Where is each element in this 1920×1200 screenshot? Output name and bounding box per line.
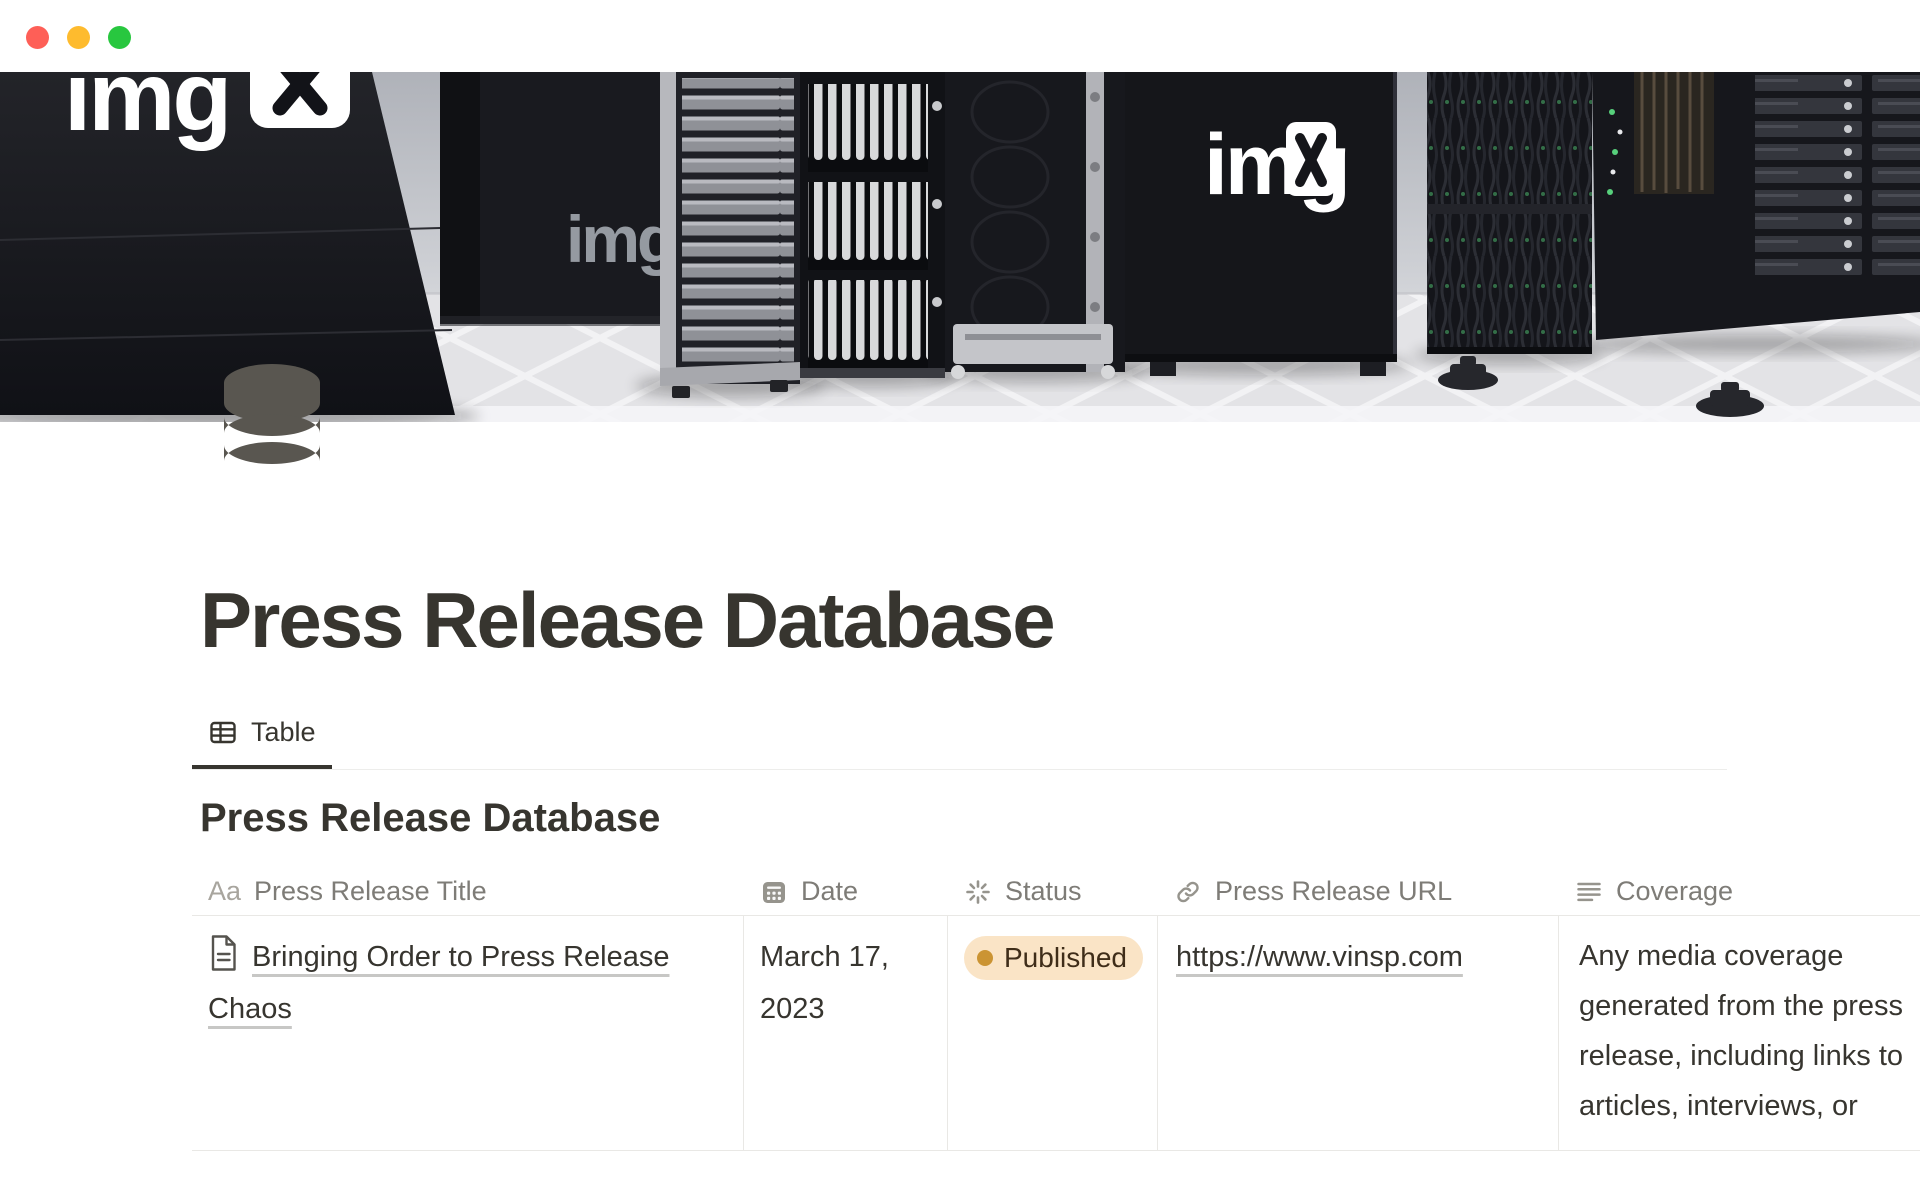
rack-disk-shelves xyxy=(800,72,945,378)
status-icon xyxy=(964,878,992,906)
view-tabs-bar: Table xyxy=(192,707,1727,770)
status-badge[interactable]: Published xyxy=(964,936,1143,980)
date-value: March 17, 2023 xyxy=(760,941,889,1025)
cell-url[interactable]: https://www.vinsp.com xyxy=(1158,916,1559,1150)
close-window-button[interactable] xyxy=(26,26,49,49)
column-header-status[interactable]: Status xyxy=(948,876,1158,907)
notion-window: { "window": { "controls": ["close", "min… xyxy=(0,0,1920,1200)
imgix-logo-partial: img xyxy=(64,72,229,151)
document-icon xyxy=(208,934,239,972)
column-label: Press Release Title xyxy=(254,876,487,907)
column-label: Coverage xyxy=(1616,876,1733,907)
rack-drive-tower xyxy=(660,72,800,398)
cell-title[interactable]: Bringing Order to Press Release Chaos xyxy=(192,916,744,1150)
tab-table-view[interactable]: Table xyxy=(192,707,332,769)
rack-right xyxy=(1592,72,1920,340)
column-header-url[interactable]: Press Release URL xyxy=(1158,876,1559,907)
column-header-title[interactable]: Aa Press Release Title xyxy=(192,876,744,907)
coverage-text: Any media coverage generated from the pr… xyxy=(1579,931,1920,1131)
database-table: Aa Press Release Title Date Status xyxy=(192,868,1920,1151)
database-icon xyxy=(218,357,326,479)
column-label: Press Release URL xyxy=(1215,876,1452,907)
cell-date[interactable]: March 17, 2023 xyxy=(744,916,948,1150)
link-icon xyxy=(1174,878,1202,906)
imgix-logo-ghost: img xyxy=(566,202,674,276)
rack-cables xyxy=(1427,72,1592,354)
row-title-link[interactable]: Bringing Order to Press Release Chaos xyxy=(208,941,669,1025)
status-dot-icon xyxy=(977,950,993,966)
page-icon-database[interactable] xyxy=(218,357,326,479)
page-title[interactable]: Press Release Database xyxy=(200,578,1054,662)
window-titlebar xyxy=(0,0,1920,72)
zoom-window-button[interactable] xyxy=(108,26,131,49)
rack-opening: img xyxy=(440,72,674,326)
database-heading[interactable]: Press Release Database xyxy=(200,795,660,841)
minimize-window-button[interactable] xyxy=(67,26,90,49)
column-label: Date xyxy=(801,876,858,907)
column-label: Status xyxy=(1005,876,1082,907)
traffic-lights xyxy=(26,26,131,49)
cell-status[interactable]: Published xyxy=(948,916,1158,1150)
rack-imgix-logo: img xyxy=(1125,72,1397,376)
url-link[interactable]: https://www.vinsp.com xyxy=(1176,941,1463,973)
column-header-date[interactable]: Date xyxy=(744,876,948,907)
table-header-row: Aa Press Release Title Date Status xyxy=(192,868,1920,916)
status-label: Published xyxy=(1004,936,1127,980)
rack-mid xyxy=(945,72,1125,379)
table-row: Bringing Order to Press Release Chaos Ma… xyxy=(192,916,1920,1151)
cell-coverage[interactable]: Any media coverage generated from the pr… xyxy=(1559,916,1920,1150)
tab-table-label: Table xyxy=(251,713,316,751)
column-header-coverage[interactable]: Coverage xyxy=(1559,876,1920,907)
text-lines-icon xyxy=(1575,878,1603,906)
table-icon xyxy=(208,717,238,747)
title-property-icon: Aa xyxy=(208,876,241,907)
calendar-icon xyxy=(760,878,788,906)
